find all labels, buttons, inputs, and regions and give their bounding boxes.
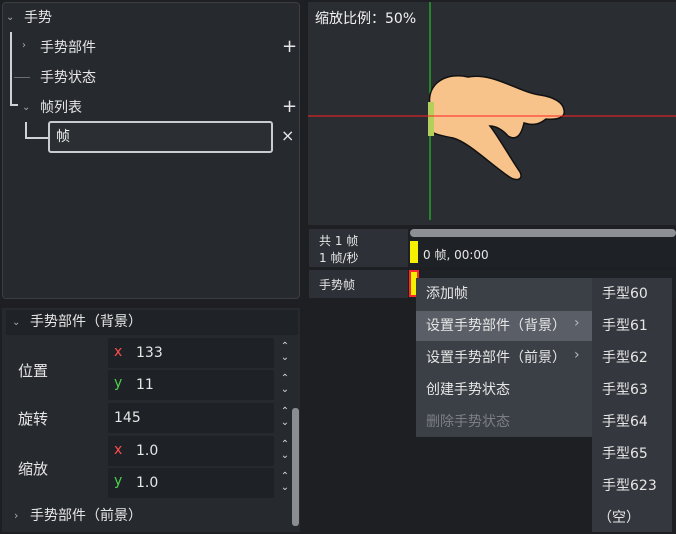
tree-item-parts[interactable]: 手势部件 [40, 35, 96, 61]
x-axis-label: x [114, 344, 123, 360]
tree-item-frames[interactable]: 帧列表 [40, 95, 82, 121]
tree-connector [10, 32, 12, 105]
tree-connector [10, 104, 18, 106]
submenu-item[interactable]: 手型62 [592, 342, 672, 374]
tree-item-gesture[interactable]: 手势 [24, 5, 52, 31]
spinner-arrows-icon[interactable]: ⌃ ⌄ [279, 341, 291, 363]
scale-label: 缩放 [18, 460, 49, 478]
submenu-item[interactable]: 手型65 [592, 438, 672, 470]
scale-x-value: 1.0 [136, 443, 159, 459]
section-header-foreground[interactable]: › 手势部件（前景） [6, 503, 290, 529]
menu-item-delete-state: 删除手势状态 [426, 414, 510, 430]
chevron-down-icon[interactable]: ⌄ [6, 12, 14, 23]
section-title: 手势部件（前景） [30, 508, 142, 524]
section-header-background[interactable]: ⌄ 手势部件（背景） [6, 310, 298, 335]
tree-connector [25, 137, 49, 139]
menu-item-set-background[interactable]: 设置手势部件（背景） [416, 311, 592, 341]
add-frame-icon[interactable]: + [282, 98, 297, 116]
position-x-field[interactable]: 133 [108, 338, 274, 368]
total-frames-label: 共 1 帧 [319, 234, 359, 248]
submenu-item[interactable]: 手型64 [592, 406, 672, 438]
playhead-marker[interactable] [410, 241, 418, 263]
submenu-item[interactable]: 手型60 [592, 278, 672, 310]
y-axis-label: y [114, 473, 123, 489]
wrist-mark [428, 102, 434, 136]
hand-icon [428, 75, 565, 181]
menu-item-add-frame[interactable]: 添加帧 [416, 279, 592, 309]
frame-time-label: 0 帧, 00:00 [423, 248, 489, 262]
chevron-right-icon[interactable]: › [22, 40, 26, 51]
position-y-value: 11 [136, 377, 154, 393]
submenu-item[interactable]: 手型623 [592, 470, 672, 502]
position-y-field[interactable]: 11 [108, 370, 274, 400]
rotation-label: 旋转 [18, 410, 49, 428]
position-x-value: 133 [136, 345, 163, 361]
spinner-arrows-icon[interactable]: ⌃ ⌄ [279, 439, 291, 461]
position-label: 位置 [18, 362, 49, 380]
hand-shape-submenu: 手型60 手型61 手型62 手型63 手型64 手型65 手型623 （空） [592, 278, 672, 532]
close-icon[interactable]: × [281, 126, 294, 145]
menu-item-create-state[interactable]: 创建手势状态 [416, 375, 592, 405]
chevron-down-icon[interactable]: ⌄ [12, 310, 20, 335]
menu-item-set-foreground[interactable]: 设置手势部件（前景） [416, 343, 592, 373]
submenu-item[interactable]: 手型63 [592, 374, 672, 406]
section-title: 手势部件（背景） [30, 314, 142, 330]
y-axis-label: y [114, 375, 123, 391]
spinner-arrows-icon[interactable]: ⌃ ⌄ [279, 471, 291, 493]
rotation-field[interactable]: 145 [108, 403, 274, 433]
timeline-info: 共 1 帧 1 帧/秒 [309, 229, 408, 267]
chevron-right-icon: › [574, 315, 580, 331]
scale-y-value: 1.0 [136, 475, 159, 491]
inspector-scrollbar[interactable] [292, 408, 299, 526]
spinner-arrows-icon[interactable]: ⌃ ⌄ [279, 373, 291, 395]
scale-y-field[interactable]: 1.0 [108, 468, 274, 498]
timeline-scrollbar[interactable] [410, 229, 676, 237]
frame-name-input[interactable]: 帧 [48, 121, 273, 153]
track-header: 手势帧 [309, 270, 408, 298]
context-menu: 添加帧 设置手势部件（背景） › 设置手势部件（前景） › 创建手势状态 删除手… [416, 278, 592, 437]
rotation-value: 145 [114, 410, 141, 426]
add-part-icon[interactable]: + [282, 38, 297, 56]
scale-x-field[interactable]: 1.0 [108, 436, 274, 466]
track-label: 手势帧 [319, 278, 356, 292]
submenu-item-empty[interactable]: （空） [592, 502, 672, 534]
tree-connector [14, 77, 30, 78]
submenu-item[interactable]: 手型61 [592, 310, 672, 342]
chevron-right-icon: › [574, 347, 580, 363]
chevron-down-icon[interactable]: ⌄ [22, 102, 30, 113]
spinner-arrows-icon[interactable]: ⌃ ⌄ [279, 406, 291, 428]
tree-item-state[interactable]: 手势状态 [40, 65, 96, 91]
x-axis-label: x [114, 442, 123, 458]
chevron-right-icon[interactable]: › [14, 503, 18, 529]
fps-label: 1 帧/秒 [319, 251, 359, 265]
hand-preview [308, 2, 676, 220]
